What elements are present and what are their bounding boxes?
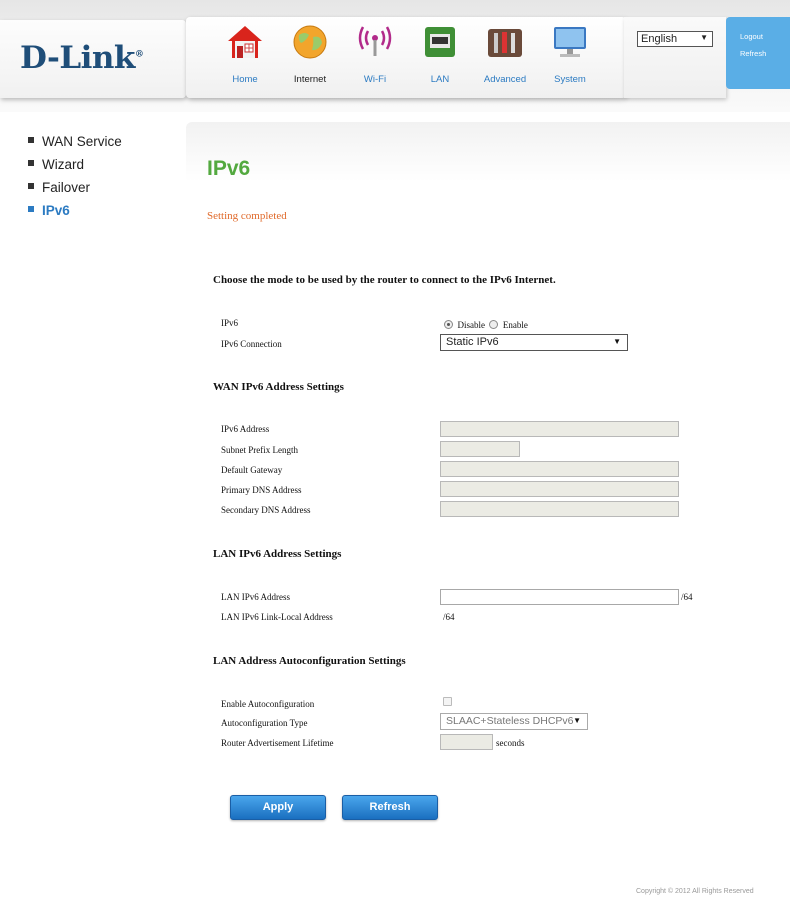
status-message: Setting completed [207, 210, 287, 222]
lan-prefix-suffix: /64 [681, 592, 693, 602]
copyright-footer: Copyright © 2012 All Rights Reserved [636, 888, 754, 895]
sidebar-item-wan-service[interactable]: WAN Service [28, 134, 122, 149]
ipv6-label: IPv6 [221, 318, 239, 328]
wan-section-heading: WAN IPv6 Address Settings [213, 381, 344, 393]
bullet-icon [28, 206, 34, 213]
enable-radio[interactable] [489, 320, 499, 330]
refresh-button[interactable]: Refresh [342, 795, 438, 820]
intro-text: Choose the mode to be used by the router… [213, 274, 556, 286]
chevron-down-icon: ▼ [613, 337, 621, 346]
ra-lifetime-input[interactable] [440, 734, 493, 750]
wan-address-label: IPv6 Address [221, 424, 270, 434]
wan-prefix-label: Subnet Prefix Length [221, 445, 298, 455]
chevron-down-icon: ▼ [573, 716, 581, 725]
lan-section-heading: LAN IPv6 Address Settings [213, 548, 342, 560]
bullet-icon [28, 137, 34, 144]
lan-address-label: LAN IPv6 Address [221, 592, 290, 602]
bullet-icon [28, 183, 34, 190]
primary-dns-label: Primary DNS Address [221, 485, 302, 495]
default-gateway-input[interactable] [440, 461, 679, 477]
primary-dns-input[interactable] [440, 481, 679, 497]
secondary-dns-input[interactable] [440, 501, 679, 517]
disable-radio[interactable] [444, 320, 453, 330]
nav-advanced[interactable]: Advanced [476, 23, 534, 93]
enable-autoconf-checkbox[interactable] [443, 697, 452, 706]
ra-lifetime-unit: seconds [496, 738, 525, 748]
ra-lifetime-label: Router Advertisement Lifetime [221, 738, 334, 748]
page-title: IPv6 [207, 157, 251, 180]
language-select[interactable]: English ▼ [637, 31, 713, 47]
globe-icon [293, 25, 327, 59]
ipv6-connection-select[interactable]: Static IPv6 ▼ [440, 334, 628, 351]
nav-lan[interactable]: LAN [411, 23, 469, 93]
nav-internet[interactable]: Internet [281, 23, 339, 93]
wifi-icon [358, 26, 392, 56]
home-icon [228, 26, 262, 58]
autoconf-type-label: Autoconfiguration Type [221, 718, 308, 728]
apply-button[interactable]: Apply [230, 795, 326, 820]
account-panel: Logout Refresh [726, 17, 790, 89]
lan-ipv6-address-input[interactable] [440, 589, 679, 605]
ipv6-connection-label: IPv6 Connection [221, 339, 282, 349]
autoconf-type-select[interactable]: SLAAC+Stateless DHCPv6 ▼ [440, 713, 588, 730]
enable-autoconf-label: Enable Autoconfiguration [221, 699, 315, 709]
chevron-down-icon: ▼ [700, 33, 708, 42]
logout-link[interactable]: Logout [740, 32, 763, 41]
bullet-icon [28, 160, 34, 167]
tools-icon [488, 29, 522, 57]
language-panel [624, 17, 726, 98]
link-local-label: LAN IPv6 Link-Local Address [221, 612, 333, 622]
main-nav: Home Internet Wi-Fi LAN Advanced System [186, 17, 626, 98]
monitor-icon [554, 27, 586, 57]
lan-port-icon [425, 27, 455, 57]
refresh-link[interactable]: Refresh [740, 49, 766, 58]
nav-home[interactable]: Home [216, 23, 274, 93]
default-gateway-label: Default Gateway [221, 465, 283, 475]
wan-ipv6-address-input[interactable] [440, 421, 679, 437]
link-local-value: /64 [443, 612, 455, 622]
subnet-prefix-input[interactable] [440, 441, 520, 457]
secondary-dns-label: Secondary DNS Address [221, 505, 311, 515]
sidebar-item-ipv6[interactable]: IPv6 [28, 203, 70, 218]
sidebar-item-failover[interactable]: Failover [28, 180, 90, 195]
ipv6-mode-radios: Disable Enable [444, 316, 528, 334]
autoconf-section-heading: LAN Address Autoconfiguration Settings [213, 655, 406, 667]
nav-wifi[interactable]: Wi-Fi [346, 23, 404, 93]
nav-system[interactable]: System [541, 23, 599, 93]
dlink-logo: D-Link® [20, 40, 144, 76]
sidebar-item-wizard[interactable]: Wizard [28, 157, 84, 172]
